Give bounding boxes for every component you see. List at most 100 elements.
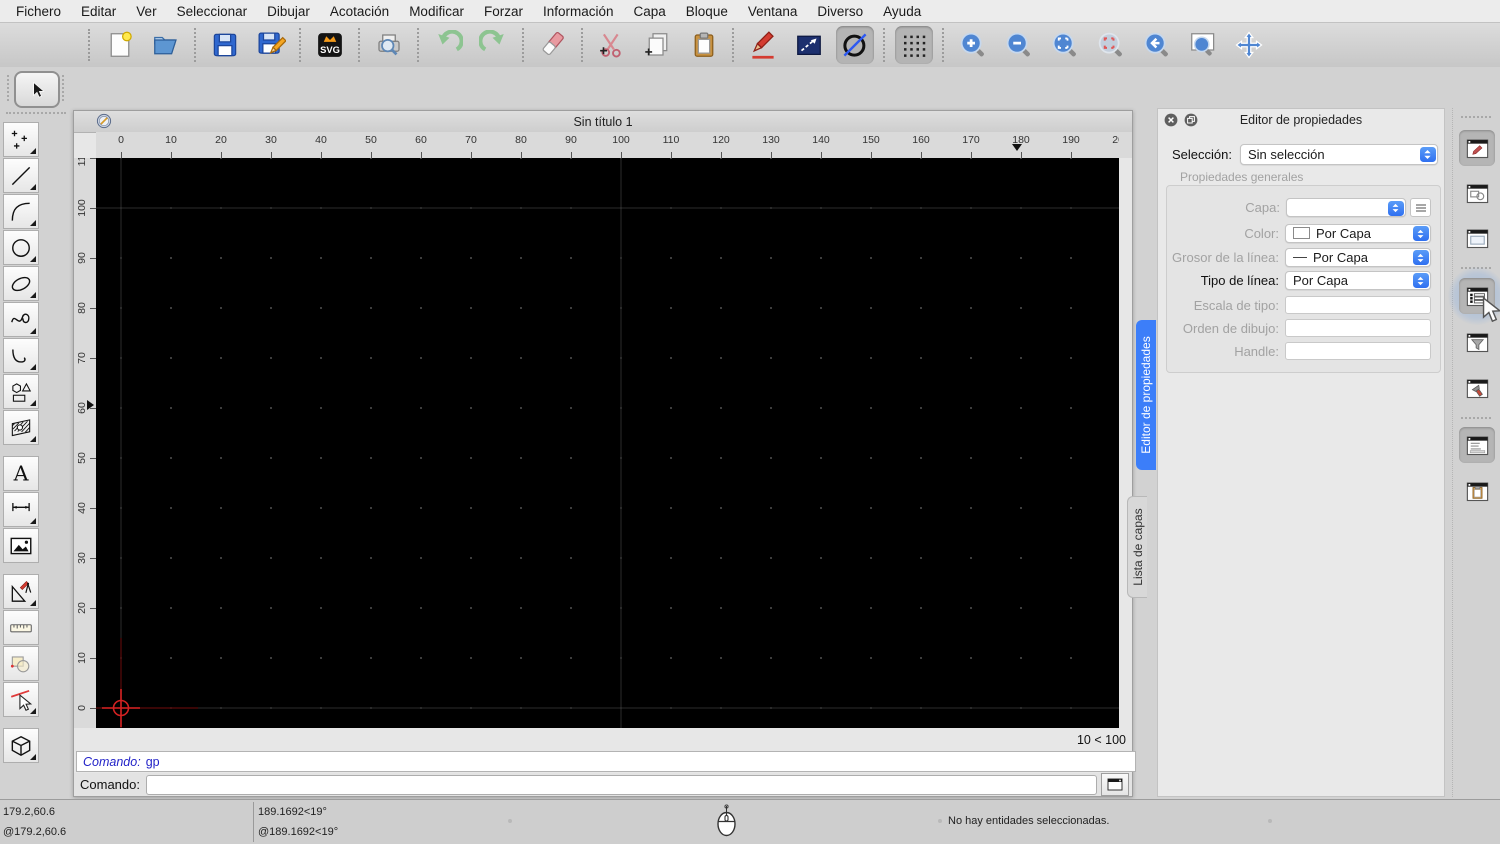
zoom-previous-button[interactable] [1138,26,1176,64]
svg-export-button[interactable]: SVG [311,26,349,64]
tool-points-button[interactable] [3,122,39,157]
tool-line-button[interactable] [3,158,39,193]
copy-button[interactable] [639,26,677,64]
eraser-button[interactable] [534,26,572,64]
dock-properties-toggle-button[interactable] [1459,130,1495,166]
property-label: Color: [1244,225,1279,241]
dock-highlight-toggle-button[interactable] [1459,370,1495,406]
document-titlebar[interactable]: Sin título 1 [74,111,1132,133]
dock-filter-toggle-button[interactable] [1459,324,1495,360]
zoom-auto-button[interactable] [1046,26,1084,64]
draw-pen-button[interactable] [744,26,782,64]
save-as-icon [258,32,286,55]
menu-item-10[interactable]: Bloque [676,4,738,19]
zoom-selected-button[interactable] [1092,26,1130,64]
command-detach-button[interactable] [1101,773,1129,796]
tool-spline-button[interactable] [3,302,39,337]
tool-box3d-button[interactable] [3,728,39,763]
menu-item-1[interactable]: Editar [71,4,126,19]
layer-menu-button[interactable] [1410,198,1431,217]
undo-button[interactable] [429,26,467,64]
tool-polygon-button[interactable] [3,374,39,409]
toolbar-separator [299,28,302,62]
select-tool-button[interactable] [14,71,60,108]
tool-modify-button[interactable] [3,574,39,609]
menu-item-8[interactable]: Información [533,4,624,19]
float-panel-icon[interactable] [1184,113,1198,127]
tab-layer-list[interactable]: Lista de capas [1127,496,1147,598]
tool-image-button[interactable] [3,528,39,563]
tool-measure-button[interactable] [3,610,39,645]
general-properties-group: Capa: Color: Por Capa Grosor de la línea: Po… [1166,185,1441,373]
dock-clipboard-toggle-button[interactable] [1459,473,1495,509]
dock-command-toggle-button[interactable] [1459,427,1495,463]
save-button[interactable] [206,26,244,64]
command-input[interactable] [145,774,1097,795]
property-combobox[interactable] [1286,198,1406,217]
menu-item-12[interactable]: Diverso [807,4,873,19]
menu-item-6[interactable]: Modificar [399,4,474,19]
menu-item-2[interactable]: Ver [126,4,166,19]
property-input[interactable] [1285,296,1431,314]
tool-arc-button[interactable] [3,194,39,229]
menu-item-5[interactable]: Acotación [320,4,399,19]
zoom-in-button[interactable] [954,26,992,64]
cut-button[interactable] [593,26,631,64]
tool-explode-button[interactable] [3,646,39,681]
menu-item-0[interactable]: Fichero [6,4,71,19]
tool-circle-button[interactable] [3,230,39,265]
dock-layers-toggle-button[interactable] [1459,278,1495,314]
menu-item-9[interactable]: Capa [624,4,676,19]
palette-grip[interactable] [7,75,10,101]
property-input[interactable] [1285,319,1431,337]
dock-grip[interactable] [1461,116,1491,119]
v-ruler-label: 50 [76,452,88,464]
property-combobox[interactable]: Por Capa [1285,270,1431,290]
save-as-button[interactable] [252,26,290,64]
new-file-button[interactable] [101,26,139,64]
menu-item-4[interactable]: Dibujar [257,4,320,19]
toolbar-drag-handle[interactable] [88,29,91,61]
menu-item-11[interactable]: Ventana [738,4,808,19]
h-ruler-label: 80 [515,134,527,146]
palette-grip[interactable] [6,112,66,115]
panel-title: Editor de propiedades [1239,113,1363,127]
open-file-button[interactable] [147,26,185,64]
tool-text-button[interactable]: A [3,456,39,491]
tool-select-entity-button[interactable] [3,682,39,717]
zoom-window-button[interactable] [1184,26,1222,64]
tool-ellipse-button[interactable] [3,266,39,301]
property-label: Orden de dibujo: [1182,320,1279,336]
zoom-out-button[interactable] [1000,26,1038,64]
close-icon[interactable] [1164,113,1178,127]
menu-item-7[interactable]: Forzar [474,4,533,19]
combobox-value: Por Capa [1313,249,1368,265]
selection-label: Selección: [1172,147,1232,162]
drawing-canvas[interactable] [96,157,1119,728]
grid-status: 10 < 100 [1076,732,1126,747]
workspace: A Sin título 1 0 10 20 30 40 50 60 70 80 90 100 110… [0,67,1500,800]
tool-hatch-button[interactable] [3,410,39,445]
draft-mode-button[interactable] [836,26,874,64]
property-combobox[interactable]: Por Capa [1285,247,1431,267]
zoom-pan-button[interactable] [1230,26,1268,64]
paste-button[interactable] [685,26,723,64]
dock-library-toggle-button[interactable] [1459,220,1495,256]
property-label: Grosor de la línea: [1172,249,1279,265]
selection-combobox[interactable]: Sin selección [1239,144,1438,165]
dock-blocks-toggle-button[interactable] [1459,175,1495,211]
selection-box-button[interactable] [790,26,828,64]
property-input[interactable] [1285,342,1431,360]
print-preview-button[interactable] [370,26,408,64]
tool-polyline-button[interactable] [3,338,39,373]
zoom-out-icon [1006,32,1030,57]
redo-button[interactable] [475,26,513,64]
h-ruler-label: 190 [1062,134,1080,146]
property-combobox[interactable]: Por Capa [1285,223,1431,243]
menu-item-13[interactable]: Ayuda [873,4,931,19]
menu-item-3[interactable]: Seleccionar [167,4,258,19]
grid-toggle-button[interactable] [895,26,933,64]
tab-property-editor[interactable]: Editor de propiedades [1136,320,1156,470]
palette-grip[interactable] [62,75,65,101]
tool-dimension-button[interactable] [3,492,39,527]
